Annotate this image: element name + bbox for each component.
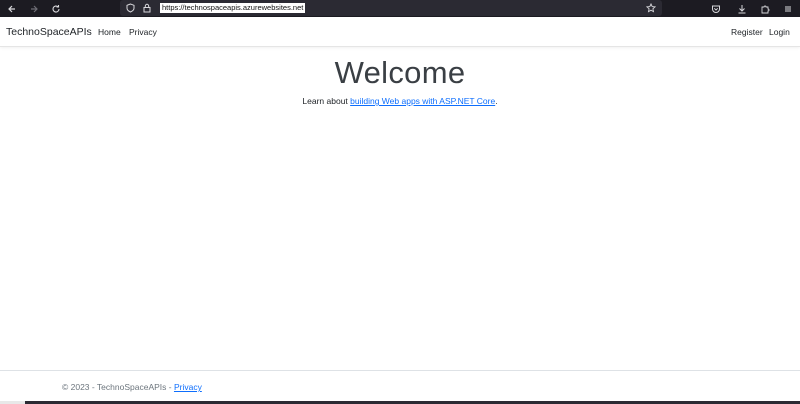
- lead-prefix: Learn about: [302, 96, 351, 106]
- bookmark-star-icon[interactable]: [644, 1, 658, 15]
- nav-home-link[interactable]: Home: [98, 27, 121, 37]
- url-text[interactable]: https://technospaceapis.azurewebsites.ne…: [160, 3, 306, 13]
- extensions-icon[interactable]: [757, 1, 773, 17]
- pocket-icon[interactable]: [708, 1, 724, 17]
- nav-login-link[interactable]: Login: [769, 27, 790, 37]
- browser-toolbar: https://technospaceapis.azurewebsites.ne…: [0, 0, 800, 17]
- footer-privacy-link[interactable]: Privacy: [174, 382, 202, 392]
- brand-link[interactable]: TechnoSpaceAPIs: [6, 26, 92, 38]
- menu-icon[interactable]: [780, 1, 796, 17]
- footer-copyright: © 2023 - TechnoSpaceAPIs -: [62, 382, 174, 392]
- site-navbar: TechnoSpaceAPIs Home Privacy Register Lo…: [0, 17, 800, 47]
- lead-text: Learn about building Web apps with ASP.N…: [0, 96, 800, 106]
- shield-icon[interactable]: [123, 1, 137, 15]
- download-icon[interactable]: [734, 1, 750, 17]
- page-title: Welcome: [334, 55, 466, 90]
- forward-arrow-icon[interactable]: [26, 1, 42, 17]
- footer: © 2023 - TechnoSpaceAPIs - Privacy: [62, 382, 202, 392]
- back-arrow-icon[interactable]: [4, 1, 20, 17]
- nav-privacy-link[interactable]: Privacy: [129, 27, 157, 37]
- lock-icon[interactable]: [140, 1, 154, 15]
- nav-register-link[interactable]: Register: [731, 27, 763, 37]
- reload-icon[interactable]: [48, 1, 64, 17]
- footer-divider: [0, 370, 800, 371]
- lead-suffix: .: [495, 96, 498, 106]
- url-bar[interactable]: https://technospaceapis.azurewebsites.ne…: [120, 0, 662, 16]
- aspnet-docs-link[interactable]: building Web apps with ASP.NET Core: [350, 96, 495, 106]
